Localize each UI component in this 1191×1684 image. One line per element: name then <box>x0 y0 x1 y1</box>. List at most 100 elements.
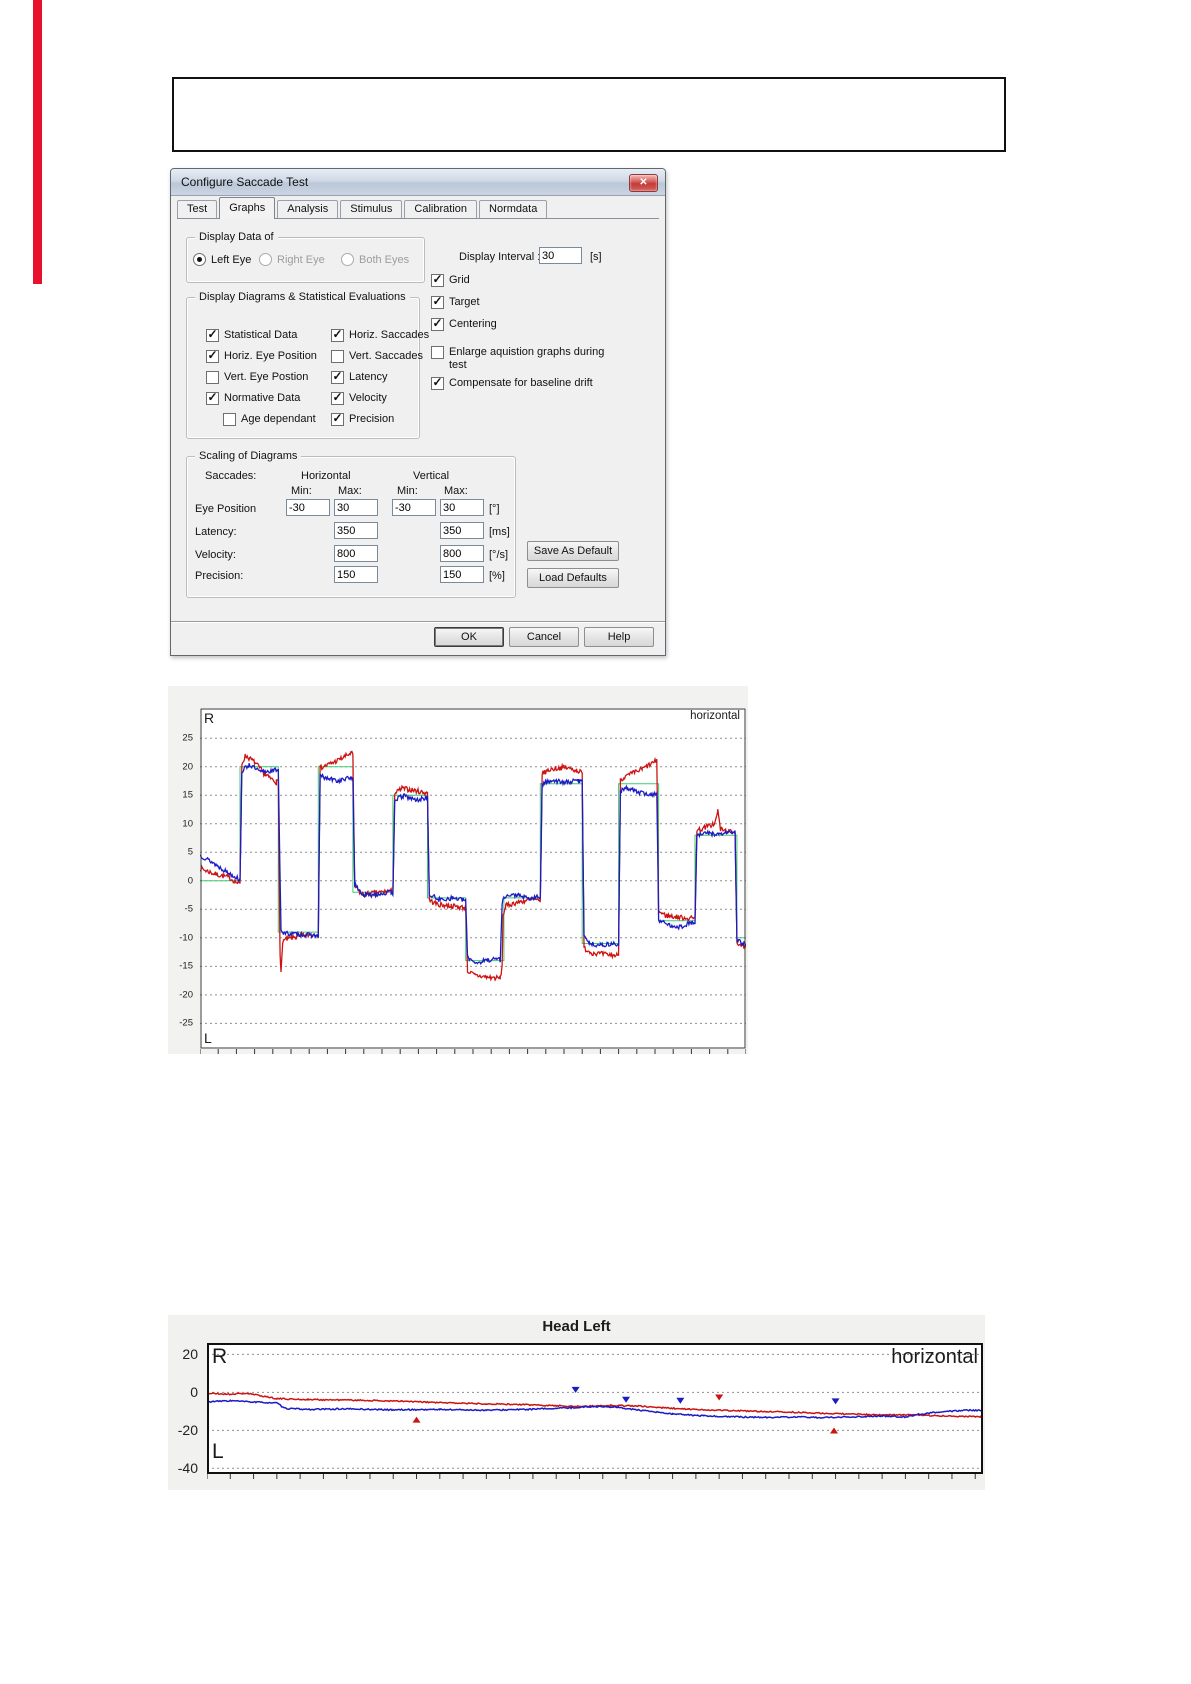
y-tick-label: -20 <box>177 1422 198 1439</box>
y-tick-label: 20 <box>182 1346 198 1363</box>
manual-page: { "page": { "annotation_bar_color": "#e8… <box>0 0 1191 1684</box>
velocity-unit: [°/s] <box>489 549 509 561</box>
saccades-row-header: Saccades: <box>205 470 257 482</box>
checkbox-box: ✓ <box>431 375 444 390</box>
tab-label: Normdata <box>489 203 538 215</box>
checkbox-box: ✓ <box>331 327 344 342</box>
chart2-right-label: R <box>212 1345 228 1368</box>
enlarge-graphs-checkbox[interactable]: Enlarge aquistion graphs during test <box>431 346 619 372</box>
v-max-header: Max: <box>444 485 468 497</box>
target-checkbox[interactable]: ✓ Target <box>431 294 480 309</box>
y-tick-label: 25 <box>182 732 193 744</box>
precision-checkbox[interactable]: ✓ Precision <box>331 412 395 426</box>
precision-v-max-input[interactable] <box>440 566 484 583</box>
radio-label: Both Eyes <box>359 253 410 266</box>
grid-checkbox[interactable]: ✓ Grid <box>431 273 470 287</box>
radio-dot <box>341 253 354 266</box>
y-tick-label: 0 <box>187 875 193 887</box>
y-tick-label: -15 <box>179 960 193 972</box>
eye-position-unit: [°] <box>489 503 500 515</box>
right-eye-radio[interactable]: Right Eye <box>259 253 325 266</box>
eye-position-h-max-input[interactable] <box>334 499 378 516</box>
vert-saccades-checkbox[interactable]: Vert. Saccades <box>331 350 423 363</box>
velocity-v-max-input[interactable] <box>440 545 484 562</box>
dialog-titlebar[interactable]: Configure Saccade Test ✕ <box>171 169 665 196</box>
eye-position-h-min-input[interactable] <box>286 499 330 516</box>
vertical-col-header: Vertical <box>413 470 450 482</box>
saccade-chart-plot <box>200 708 746 1054</box>
h-min-header: Min: <box>291 485 312 497</box>
display-interval-unit: [s] <box>590 251 602 263</box>
checkbox-label: Velocity <box>349 392 387 404</box>
eye-position-v-min-input[interactable] <box>392 499 436 516</box>
checkbox-label: Grid <box>449 274 470 286</box>
left-eye-radio[interactable]: Left Eye <box>193 253 251 266</box>
velocity-checkbox[interactable]: ✓ Velocity <box>331 391 387 405</box>
display-interval-input[interactable] <box>539 247 582 264</box>
baseline-drift-checkbox[interactable]: ✓ Compensate for baseline drift <box>431 375 631 390</box>
tab-test[interactable]: Test <box>177 200 218 218</box>
tab-label: Calibration <box>414 203 468 215</box>
precision-row-label: Precision: <box>195 570 244 582</box>
y-tick-label: -20 <box>179 989 193 1001</box>
display-interval-label: Display Interval : <box>459 251 541 263</box>
checkbox-box <box>206 371 219 384</box>
checkbox-label: Centering <box>449 318 497 330</box>
empty-frame-box <box>172 77 1006 152</box>
help-button[interactable]: Help <box>584 627 654 647</box>
configure-saccade-test-dialog: Configure Saccade Test ✕ Test Graphs Ana… <box>170 168 666 656</box>
close-button[interactable]: ✕ <box>629 174 658 192</box>
save-as-default-button[interactable]: Save As Default <box>527 541 619 561</box>
checkbox-label: Vert. Eye Postion <box>224 371 309 383</box>
load-defaults-button[interactable]: Load Defaults <box>527 568 619 588</box>
latency-v-max-input[interactable] <box>440 522 484 539</box>
y-tick-label: 15 <box>182 789 193 801</box>
vert-eye-position-checkbox[interactable]: Vert. Eye Postion <box>206 371 308 384</box>
radio-dot <box>259 253 272 266</box>
checkbox-box <box>223 413 236 426</box>
tab-stimulus[interactable]: Stimulus <box>340 200 403 218</box>
tab-analysis[interactable]: Analysis <box>277 200 339 218</box>
velocity-h-max-input[interactable] <box>334 545 378 562</box>
age-dependant-checkbox[interactable]: Age dependant <box>223 413 316 426</box>
head-left-chart-y-axis: 20 0 -20 -40 <box>156 1343 202 1477</box>
checkbox-label: Latency <box>349 371 388 383</box>
ok-button[interactable]: OK <box>434 627 504 647</box>
checkbox-label: Vert. Saccades <box>349 350 423 362</box>
checkbox-box: ✓ <box>431 316 444 331</box>
chart2-horizontal-label: horizontal <box>891 1346 978 1368</box>
both-eyes-radio[interactable]: Both Eyes <box>341 253 409 266</box>
statistical-data-checkbox[interactable]: ✓ Statistical Data <box>206 328 297 342</box>
latency-h-max-input[interactable] <box>334 522 378 539</box>
radio-dot <box>193 253 206 266</box>
red-annotation-bar <box>33 0 42 284</box>
tab-label: Stimulus <box>350 203 393 215</box>
eye-position-row-label: Eye Position <box>195 503 257 515</box>
checkbox-label: Target <box>449 296 480 308</box>
horiz-saccades-checkbox[interactable]: ✓ Horiz. Saccades <box>331 327 429 342</box>
centering-checkbox[interactable]: ✓ Centering <box>431 316 497 331</box>
group-legend: Display Diagrams & Statistical Evaluatio… <box>195 291 410 303</box>
normative-data-checkbox[interactable]: ✓ Normative Data <box>206 391 300 405</box>
tab-graphs[interactable]: Graphs <box>219 197 276 219</box>
horiz-eye-position-checkbox[interactable]: ✓ Horiz. Eye Position <box>206 349 317 363</box>
y-tick-label: 10 <box>182 818 193 830</box>
tab-label: Graphs <box>229 202 266 214</box>
checkbox-box: ✓ <box>431 294 444 309</box>
y-tick-label: -10 <box>179 932 193 944</box>
latency-checkbox[interactable]: ✓ Latency <box>331 370 388 384</box>
y-tick-label: -5 <box>184 903 193 915</box>
tab-calibration[interactable]: Calibration <box>404 200 478 218</box>
cancel-button[interactable]: Cancel <box>509 627 579 647</box>
chart2-left-label: L <box>212 1440 224 1463</box>
group-legend: Display Data of <box>195 231 278 243</box>
latency-unit: [ms] <box>489 526 510 538</box>
tab-strip: Test Graphs Analysis Stimulus Calibratio… <box>177 197 659 219</box>
y-tick-label: -40 <box>177 1460 198 1477</box>
eye-position-v-max-input[interactable] <box>440 499 484 516</box>
dialog-separator <box>171 621 665 623</box>
precision-h-max-input[interactable] <box>334 566 378 583</box>
h-max-header: Max: <box>338 485 362 497</box>
checkbox-label: Precision <box>349 413 395 425</box>
tab-normdata[interactable]: Normdata <box>479 200 548 218</box>
